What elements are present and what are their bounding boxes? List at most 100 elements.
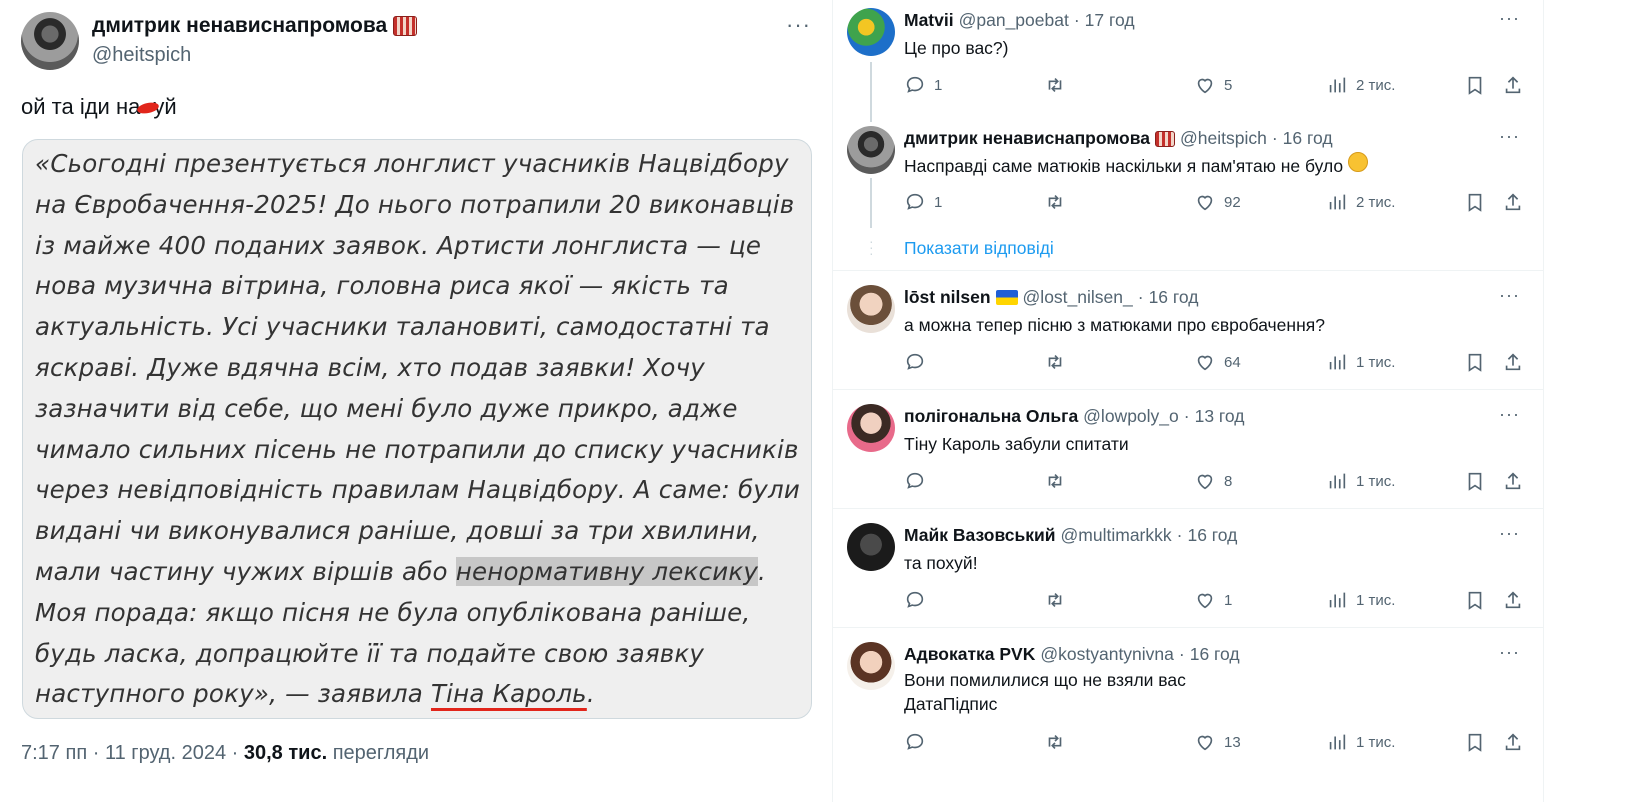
reply-button[interactable] <box>904 731 934 753</box>
more-icon[interactable]: ··· <box>1499 8 1520 29</box>
retweet-button[interactable] <box>1044 74 1074 96</box>
share-button[interactable] <box>1502 470 1524 492</box>
like-button[interactable]: 5 <box>1194 74 1232 96</box>
share-button[interactable] <box>1502 731 1524 753</box>
quote-image[interactable]: «Сьогодні презентується лонглист учасник… <box>22 139 812 719</box>
views-icon <box>1329 354 1346 370</box>
views-button[interactable]: 1 тис. <box>1326 351 1395 373</box>
reply-item[interactable]: Майк Вазовський @multimarkkk · 16 год ··… <box>833 509 1543 628</box>
share-icon <box>1505 193 1521 211</box>
reply-author-name[interactable]: lōst nilsen <box>904 287 991 308</box>
avatar[interactable] <box>847 8 895 56</box>
like-button[interactable]: 13 <box>1194 731 1241 753</box>
reply-icon <box>906 591 924 608</box>
avatar[interactable] <box>847 404 895 452</box>
retweet-button[interactable] <box>1044 191 1074 213</box>
reply-author-name[interactable]: Matvii <box>904 10 954 31</box>
tweet-time[interactable]: 7:17 пп <box>21 742 87 764</box>
reply-text: Це про вас?) <box>904 38 1009 58</box>
reply-item[interactable]: Matvii @pan_poebat · 17 год ··· Це про в… <box>833 0 1543 120</box>
retweet-button[interactable] <box>1044 731 1074 753</box>
reply-time[interactable]: 16 год <box>1190 644 1240 665</box>
retweet-button[interactable] <box>1044 589 1074 611</box>
reply-author-name[interactable]: полігональна Ольга <box>904 406 1078 427</box>
reply-actions: 1 1 тис. <box>904 589 1534 613</box>
avatar[interactable] <box>847 642 895 690</box>
reply-handle[interactable]: @pan_poebat <box>959 10 1069 31</box>
like-button[interactable]: 64 <box>1194 351 1241 373</box>
share-button[interactable] <box>1502 351 1524 373</box>
separator: · <box>1183 406 1190 426</box>
author-name[interactable]: дмитрик ненависнапромова <box>92 14 387 38</box>
reply-button[interactable] <box>904 589 934 611</box>
separator: · <box>92 742 100 764</box>
avatar[interactable] <box>847 523 895 571</box>
avatar[interactable] <box>21 12 79 70</box>
reply-time[interactable]: 16 год <box>1149 287 1199 308</box>
reply-header: дмитрик ненависнапромова @heitspich · 16… <box>904 128 1333 149</box>
share-button[interactable] <box>1502 74 1524 96</box>
more-icon[interactable]: ··· <box>1499 126 1520 147</box>
reply-handle[interactable]: @kostyantynivna <box>1040 644 1174 665</box>
retweet-button[interactable] <box>1044 351 1074 373</box>
like-button[interactable]: 92 <box>1194 191 1241 213</box>
views-button[interactable]: 1 тис. <box>1326 589 1395 611</box>
tweet-meta: 7:17 пп · 11 груд. 2024 · 30,8 тис. пере… <box>21 742 429 765</box>
reply-time[interactable]: 17 год <box>1085 10 1135 31</box>
reply-item[interactable]: Адвокатка PVK @kostyantynivna · 16 год ·… <box>833 628 1543 802</box>
bookmark-button[interactable] <box>1464 731 1486 753</box>
reply-item[interactable]: lōst nilsen @lost_nilsen_ · 16 год ··· а… <box>833 271 1543 390</box>
reply-button[interactable]: 1 <box>904 191 942 213</box>
retweet-button[interactable] <box>1044 470 1074 492</box>
reply-author-name[interactable]: Адвокатка PVK <box>904 644 1035 665</box>
reply-header: Адвокатка PVK @kostyantynivna · 16 год <box>904 644 1240 665</box>
reply-handle[interactable]: @lost_nilsen_ <box>1023 287 1133 308</box>
like-button[interactable]: 8 <box>1194 470 1232 492</box>
share-button[interactable] <box>1502 191 1524 213</box>
views-button[interactable]: 1 тис. <box>1326 470 1395 492</box>
share-button[interactable] <box>1502 589 1524 611</box>
reply-button[interactable] <box>904 470 934 492</box>
bookmark-button[interactable] <box>1464 191 1486 213</box>
views-icon <box>1329 194 1346 210</box>
show-replies-link[interactable]: Показати відповіді <box>904 238 1054 259</box>
reply-item[interactable]: полігональна Ольга @lowpoly_o · 13 год ·… <box>833 390 1543 509</box>
more-icon[interactable]: ··· <box>1499 285 1520 306</box>
reply-time[interactable]: 16 год <box>1283 128 1333 149</box>
views-count: 1 тис. <box>1356 353 1396 371</box>
bookmark-button[interactable] <box>1464 74 1486 96</box>
more-icon[interactable]: ··· <box>786 12 811 38</box>
reply-time[interactable]: 13 год <box>1195 406 1245 427</box>
bookmark-button[interactable] <box>1464 589 1486 611</box>
reply-author-name[interactable]: Майк Вазовський <box>904 525 1056 546</box>
like-button[interactable]: 1 <box>1194 589 1232 611</box>
thinking-face-icon <box>1347 152 1368 172</box>
reply-icon <box>906 193 924 210</box>
bookmark-button[interactable] <box>1464 470 1486 492</box>
views-button[interactable]: 1 тис. <box>1326 731 1395 753</box>
reply-button[interactable]: 1 <box>904 74 942 96</box>
more-icon[interactable]: ··· <box>1499 642 1520 663</box>
reply-handle[interactable]: @heitspich <box>1180 128 1267 149</box>
views-count: 1 тис. <box>1356 591 1396 609</box>
reply-time[interactable]: 16 год <box>1187 525 1237 546</box>
views-button[interactable]: 2 тис. <box>1326 191 1395 213</box>
views-icon <box>1329 77 1346 93</box>
author-handle[interactable]: @heitspich <box>92 44 191 67</box>
views-count: 30,8 тис. <box>243 742 328 764</box>
reply-author-name[interactable]: дмитрик ненависнапромова <box>904 128 1150 149</box>
bookmark-button[interactable] <box>1464 351 1486 373</box>
like-icon <box>1197 195 1213 211</box>
quote-underlined-name: Тіна Кароль <box>430 679 587 709</box>
reply-button[interactable] <box>904 351 934 373</box>
reply-handle[interactable]: @multimarkkk <box>1061 525 1172 546</box>
views-button[interactable]: 2 тис. <box>1326 74 1395 96</box>
tweet-date[interactable]: 11 груд. 2024 <box>105 742 226 764</box>
avatar[interactable] <box>847 285 895 333</box>
bookmark-icon <box>1468 591 1482 610</box>
avatar[interactable] <box>847 126 895 174</box>
more-icon[interactable]: ··· <box>1499 404 1520 425</box>
reply-handle[interactable]: @lowpoly_o <box>1083 406 1179 427</box>
reply-item[interactable]: дмитрик ненависнапромова @heitspich · 16… <box>833 118 1543 238</box>
more-icon[interactable]: ··· <box>1499 523 1520 544</box>
